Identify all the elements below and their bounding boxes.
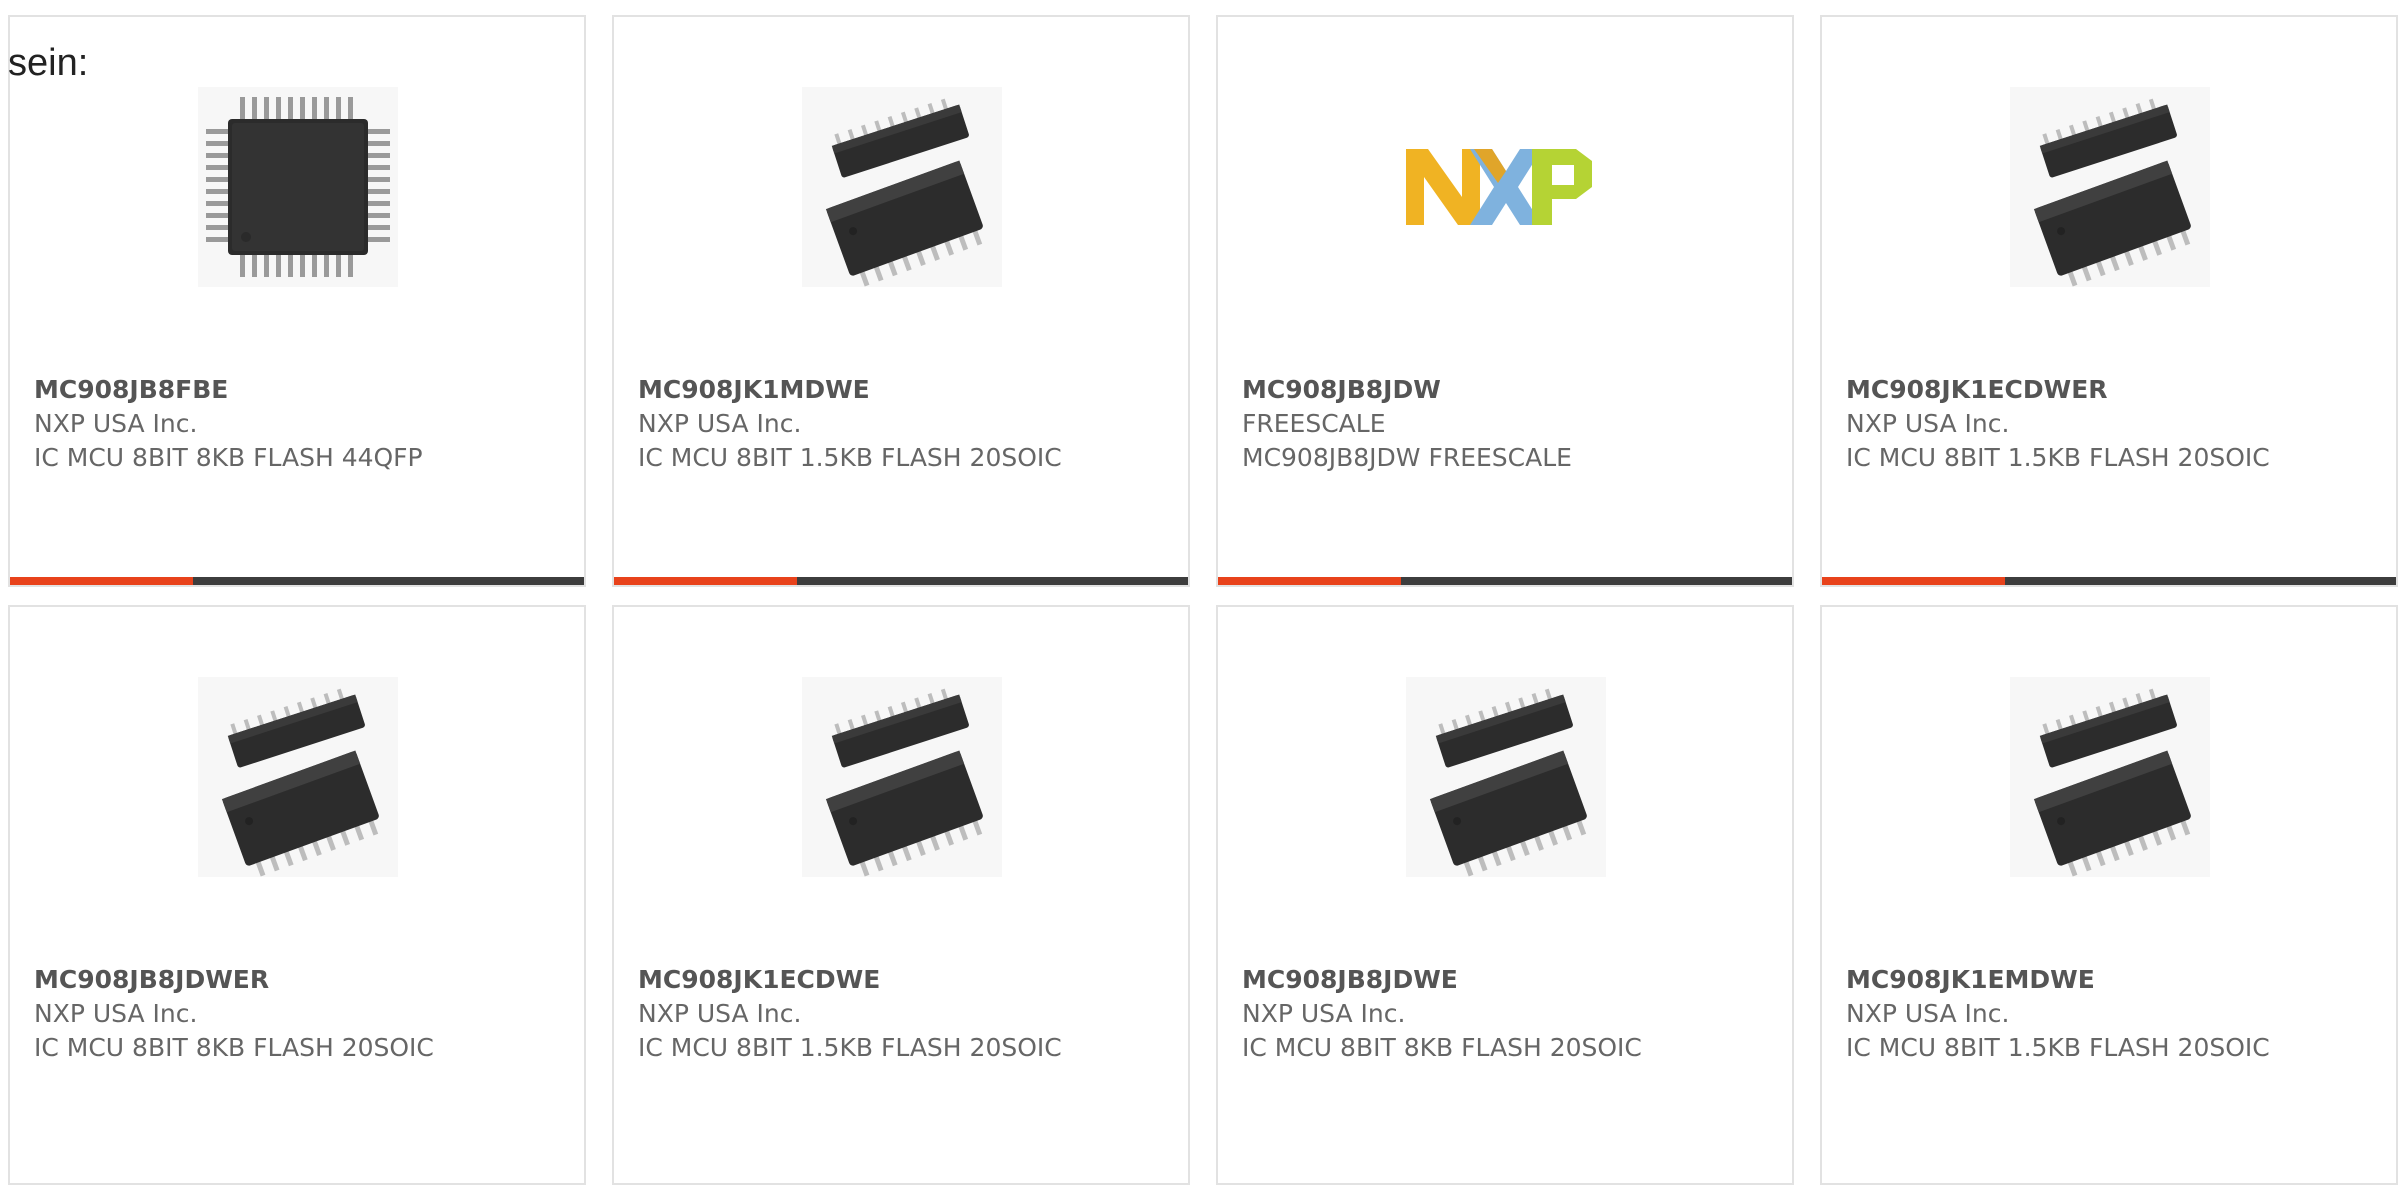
card-accent-bar — [1822, 577, 2396, 585]
part-number[interactable]: MC908JB8JDWE — [1242, 963, 1458, 997]
product-card[interactable]: MC908JB8JDWER NXP USA Inc. IC MCU 8BIT 8… — [8, 605, 586, 1185]
card-accent-bar — [614, 577, 1188, 585]
product-image[interactable] — [1406, 87, 1606, 287]
description: IC MCU 8BIT 8KB FLASH 20SOIC — [34, 1033, 434, 1062]
card-accent-fill — [614, 577, 797, 585]
description: IC MCU 8BIT 1.5KB FLASH 20SOIC — [638, 443, 1062, 472]
manufacturer: NXP USA Inc. — [1846, 999, 2010, 1028]
intro-text: sein: — [8, 42, 89, 84]
product-image[interactable] — [198, 677, 398, 877]
part-number[interactable]: MC908JK1MDWE — [638, 373, 870, 407]
product-image[interactable] — [1406, 677, 1606, 877]
product-card[interactable]: MC908JB8FBE NXP USA Inc. IC MCU 8BIT 8KB… — [8, 15, 586, 587]
part-number[interactable]: MC908JK1ECDWE — [638, 963, 880, 997]
soic-chip-icon — [802, 87, 1002, 287]
soic-chip-icon — [198, 677, 398, 877]
description: IC MCU 8BIT 1.5KB FLASH 20SOIC — [1846, 443, 2270, 472]
card-accent-bar — [10, 577, 584, 585]
manufacturer: NXP USA Inc. — [34, 999, 198, 1028]
product-image[interactable] — [2010, 87, 2210, 287]
product-image[interactable] — [802, 87, 1002, 287]
part-number[interactable]: MC908JK1ECDWER — [1846, 373, 2108, 407]
manufacturer: NXP USA Inc. — [34, 409, 198, 438]
soic-chip-icon — [2010, 87, 2210, 287]
description: MC908JB8JDW FREESCALE — [1242, 443, 1572, 472]
manufacturer: NXP USA Inc. — [1242, 999, 1406, 1028]
product-card[interactable]: MC908JK1ECDWER NXP USA Inc. IC MCU 8BIT … — [1820, 15, 2398, 587]
product-card[interactable]: MC908JK1MDWE NXP USA Inc. IC MCU 8BIT 1.… — [612, 15, 1190, 587]
product-image[interactable] — [802, 677, 1002, 877]
card-accent-fill — [10, 577, 193, 585]
product-card[interactable]: MC908JB8JDWE NXP USA Inc. IC MCU 8BIT 8K… — [1216, 605, 1794, 1185]
qfp-chip-icon — [198, 87, 398, 287]
product-image[interactable] — [198, 87, 398, 287]
part-number[interactable]: MC908JB8FBE — [34, 373, 228, 407]
product-image[interactable] — [2010, 677, 2210, 877]
description: IC MCU 8BIT 8KB FLASH 44QFP — [34, 443, 423, 472]
manufacturer: NXP USA Inc. — [1846, 409, 2010, 438]
manufacturer: NXP USA Inc. — [638, 409, 802, 438]
card-accent-fill — [1218, 577, 1401, 585]
product-card[interactable]: MC908JK1EMDWE NXP USA Inc. IC MCU 8BIT 1… — [1820, 605, 2398, 1185]
part-number[interactable]: MC908JK1EMDWE — [1846, 963, 2095, 997]
manufacturer: NXP USA Inc. — [638, 999, 802, 1028]
description: IC MCU 8BIT 8KB FLASH 20SOIC — [1242, 1033, 1642, 1062]
soic-chip-icon — [1406, 677, 1606, 877]
part-number[interactable]: MC908JB8JDW — [1242, 373, 1441, 407]
description: IC MCU 8BIT 1.5KB FLASH 20SOIC — [1846, 1033, 2270, 1062]
manufacturer: FREESCALE — [1242, 409, 1386, 438]
card-accent-fill — [1822, 577, 2005, 585]
soic-chip-icon — [802, 677, 1002, 877]
nxp-logo-icon — [1406, 87, 1606, 287]
product-card[interactable]: MC908JB8JDW FREESCALE MC908JB8JDW FREESC… — [1216, 15, 1794, 587]
card-accent-bar — [1218, 577, 1792, 585]
soic-chip-icon — [2010, 677, 2210, 877]
description: IC MCU 8BIT 1.5KB FLASH 20SOIC — [638, 1033, 1062, 1062]
product-card[interactable]: MC908JK1ECDWE NXP USA Inc. IC MCU 8BIT 1… — [612, 605, 1190, 1185]
part-number[interactable]: MC908JB8JDWER — [34, 963, 269, 997]
